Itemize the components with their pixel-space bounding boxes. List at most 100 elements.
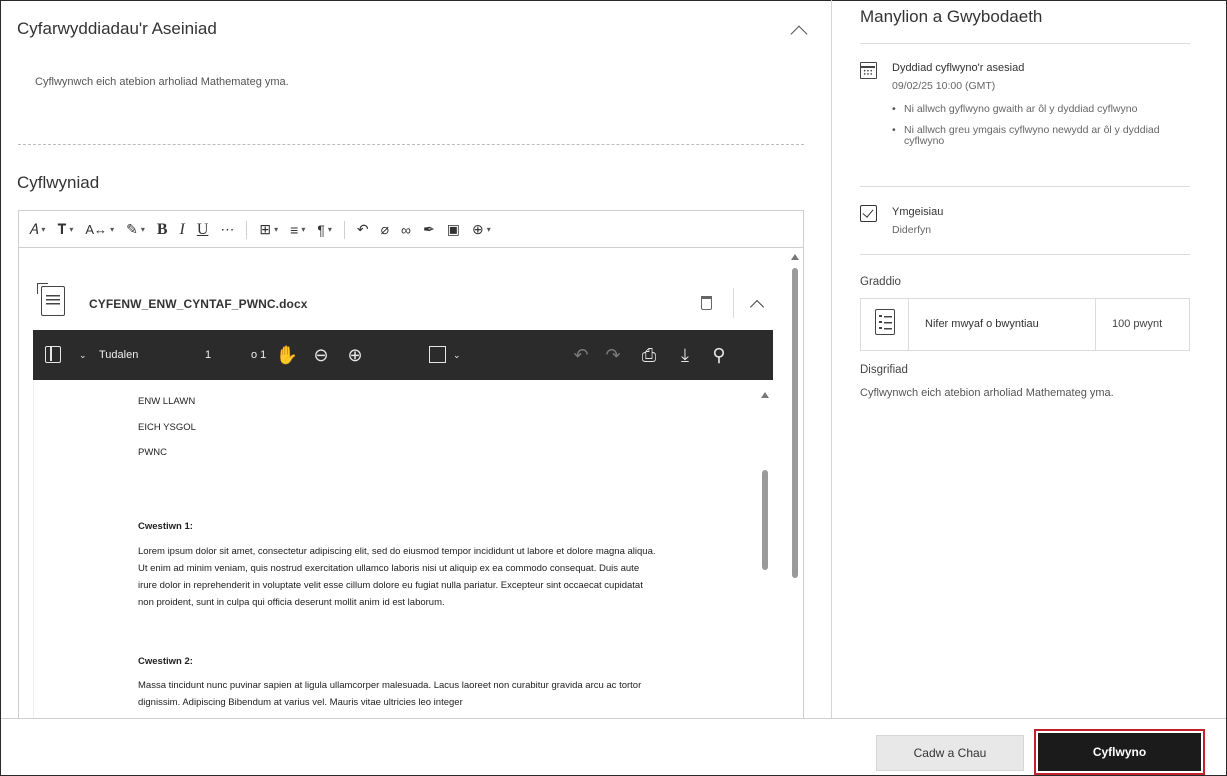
document-scrollbar[interactable] bbox=[761, 392, 769, 718]
question-2-text: Massa tincidunt nunc puvinar sapien at l… bbox=[138, 680, 642, 708]
document-page[interactable]: ENW LLAWN EICH YSGOL PWNC Cwestiwn 1: Lo… bbox=[33, 380, 755, 718]
submission-title: Cyflwyniad bbox=[17, 173, 100, 192]
fit-page-icon[interactable] bbox=[429, 346, 446, 363]
description-text: Cyflwynwch eich atebion arholiad Mathema… bbox=[860, 387, 1114, 399]
highlight-button[interactable]: ✎ ▾ bbox=[126, 218, 145, 242]
question-2-heading: Cwestiwn 2: bbox=[138, 656, 193, 667]
page-total: o 1 bbox=[251, 349, 267, 361]
insert-content-button[interactable]: ⊕ ▾ bbox=[472, 218, 491, 242]
chevron-down-icon: ▾ bbox=[140, 225, 145, 234]
more-button[interactable]: ⋯ bbox=[220, 218, 234, 242]
align-left-icon: ≡ bbox=[290, 221, 299, 238]
pilcrow-icon: ¶ bbox=[317, 221, 325, 238]
toolbar-separator bbox=[343, 220, 345, 239]
document-icon bbox=[37, 283, 65, 316]
delete-file-icon[interactable] bbox=[701, 296, 712, 310]
zoom-out-icon[interactable]: ⊖ bbox=[309, 345, 333, 365]
highlight-icon: ✎ bbox=[126, 221, 138, 237]
insert-image-button[interactable]: ▣ bbox=[447, 218, 460, 242]
paragraph-format-button[interactable]: 𝐓 ▾ bbox=[57, 218, 73, 242]
editor-scrollbar[interactable] bbox=[791, 254, 799, 718]
zoom-in-icon[interactable]: ⊕ bbox=[343, 345, 367, 365]
note-item: Ni allwch gyflwyno gwaith ar ôl y dyddia… bbox=[892, 104, 1192, 116]
chevron-down-icon: ▾ bbox=[110, 225, 115, 234]
plus-circle-icon: ⊕ bbox=[472, 221, 484, 237]
save-and-close-button[interactable]: Cadw a Chau bbox=[876, 735, 1024, 771]
italic-button[interactable]: I bbox=[180, 218, 185, 242]
scrollbar-thumb[interactable] bbox=[792, 268, 798, 578]
text-style-button[interactable]: 𝐴 ▾ bbox=[29, 218, 45, 242]
divider bbox=[860, 186, 1190, 187]
heading-icon: 𝐓 bbox=[57, 221, 67, 237]
due-date-label: Dyddiad cyflwyno'r asesiad bbox=[892, 62, 1025, 74]
underline-icon: U bbox=[196, 220, 209, 238]
max-points-label: Nifer mwyaf o bwyntiau bbox=[925, 318, 1039, 330]
italic-icon: I bbox=[179, 220, 185, 238]
underline-button[interactable]: U bbox=[197, 218, 209, 242]
grading-box: Nifer mwyaf o bwyntiau 100 pwynt bbox=[860, 298, 1190, 351]
instructions-title: Cyfarwyddiadau'r Aseiniad bbox=[17, 19, 217, 38]
clear-format-button[interactable]: ⌀ bbox=[381, 218, 389, 242]
question-1-heading: Cwestiwn 1: bbox=[138, 521, 193, 532]
print-icon[interactable]: ⎙ bbox=[637, 345, 661, 365]
link-button[interactable]: ∞ bbox=[401, 218, 411, 242]
doc-subject: PWNC bbox=[138, 447, 168, 458]
chevron-down-icon: ▾ bbox=[486, 225, 491, 234]
file-header: CYFENW_ENW_CYNTAF_PWNC.docx bbox=[33, 276, 773, 330]
undo-button[interactable]: ↶ bbox=[357, 218, 369, 242]
submit-button[interactable]: Cyflwyno bbox=[1038, 733, 1201, 771]
max-points-cell: 100 pwynt bbox=[1095, 299, 1190, 350]
question-1-text: Lorem ipsum dolor sit amet, consectetur … bbox=[138, 546, 656, 608]
doc-school: EICH YSGOL bbox=[138, 422, 196, 433]
due-date-notes: Ni allwch gyflwyno gwaith ar ôl y dyddia… bbox=[892, 104, 1192, 157]
chevron-down-icon[interactable]: ⌄ bbox=[453, 330, 461, 380]
chevron-down-icon[interactable]: ⌄ bbox=[79, 330, 87, 380]
sidebar-toggle-icon[interactable] bbox=[45, 346, 61, 363]
undo-icon[interactable]: ↶ bbox=[569, 345, 593, 365]
font-size-icon: A↔ bbox=[85, 222, 108, 237]
text-style-icon: 𝐴 bbox=[29, 221, 39, 237]
header-separator bbox=[733, 288, 734, 318]
bold-button[interactable]: B bbox=[157, 218, 168, 242]
redo-icon[interactable]: ↷ bbox=[601, 345, 625, 365]
details-title: Manylion a Gwybodaeth bbox=[860, 7, 1043, 26]
scroll-up-arrow-icon[interactable] bbox=[791, 254, 799, 260]
collapse-file-chevron-icon[interactable] bbox=[749, 299, 765, 315]
attached-file-card: CYFENW_ENW_CYNTAF_PWNC.docx ⌄ Tudalen 1 … bbox=[33, 276, 773, 718]
grading-icon-cell bbox=[861, 299, 909, 350]
due-date-value: 09/02/25 10:00 (GMT) bbox=[892, 80, 996, 92]
bold-icon: B bbox=[156, 220, 168, 238]
chevron-down-icon: ▾ bbox=[41, 225, 46, 234]
collapse-instructions-chevron-icon[interactable] bbox=[790, 25, 808, 43]
chevron-down-icon: ▾ bbox=[301, 225, 306, 234]
toolbar-separator bbox=[246, 220, 248, 239]
align-button[interactable]: ≡ ▾ bbox=[290, 218, 305, 242]
chevron-down-icon: ▾ bbox=[69, 225, 74, 234]
note-item: Ni allwch greu ymgais cyflwyno newydd ar… bbox=[892, 125, 1192, 147]
attempts-label: Ymgeisiau bbox=[892, 206, 944, 218]
file-name: CYFENW_ENW_CYNTAF_PWNC.docx bbox=[89, 297, 308, 311]
eraser-icon: ⌀ bbox=[380, 221, 390, 237]
search-icon[interactable]: ⚲ bbox=[707, 345, 731, 365]
page-label: Tudalen bbox=[99, 349, 139, 361]
scrollbar-thumb[interactable] bbox=[762, 470, 768, 570]
attempts-value: Diderfyn bbox=[892, 224, 932, 236]
section-divider bbox=[18, 144, 804, 145]
checklist-icon bbox=[875, 309, 895, 335]
scroll-up-arrow-icon[interactable] bbox=[761, 392, 769, 398]
pan-hand-icon[interactable]: ✋ bbox=[275, 345, 299, 365]
max-points-value: 100 pwynt bbox=[1112, 318, 1163, 330]
instructions-text: Cyflwynwch eich atebion arholiad Mathema… bbox=[35, 76, 289, 88]
chevron-down-icon: ▾ bbox=[327, 225, 332, 234]
chevron-down-icon: ▾ bbox=[274, 225, 279, 234]
page-number-input[interactable]: 1 bbox=[205, 330, 211, 380]
paragraph-button[interactable]: ¶ ▾ bbox=[317, 218, 332, 242]
attach-button[interactable]: ✒ bbox=[423, 218, 435, 242]
table-button[interactable]: ⊞ ▾ bbox=[259, 218, 278, 242]
description-label: Disgrifiad bbox=[860, 364, 908, 376]
font-size-button[interactable]: A↔ ▾ bbox=[85, 218, 114, 242]
download-icon[interactable]: ⤓ bbox=[673, 345, 697, 365]
image-icon: ▣ bbox=[446, 221, 460, 237]
table-icon: ⊞ bbox=[259, 221, 272, 237]
checkbox-icon bbox=[860, 205, 877, 222]
